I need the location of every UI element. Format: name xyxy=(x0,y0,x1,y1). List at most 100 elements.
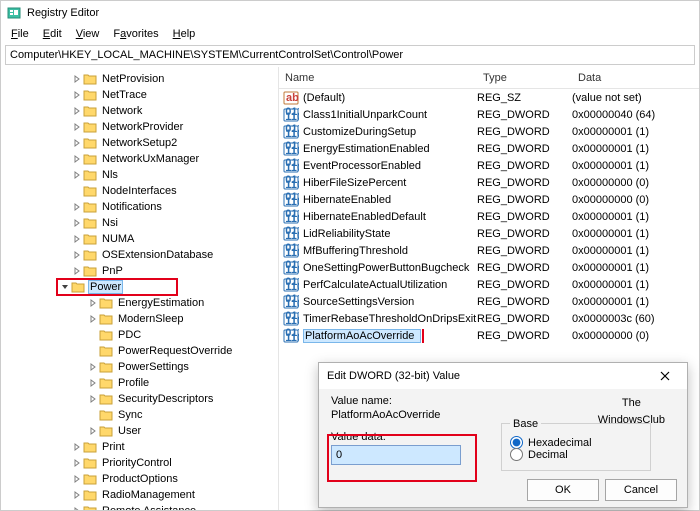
value-row[interactable]: 011110HibernateEnabledDefaultREG_DWORD0x… xyxy=(279,208,699,225)
tree-item[interactable]: ProductOptions xyxy=(11,471,278,487)
col-name[interactable]: Name xyxy=(279,72,477,84)
menu-view[interactable]: View xyxy=(70,27,106,41)
value-row[interactable]: 011110CustomizeDuringSetupREG_DWORD0x000… xyxy=(279,123,699,140)
chevron-right-icon[interactable] xyxy=(71,235,83,243)
tree-label: NetworkUxManager xyxy=(100,153,201,165)
value-row[interactable]: 011110HibernateEnabledREG_DWORD0x0000000… xyxy=(279,191,699,208)
tree-label: NetProvision xyxy=(100,73,166,85)
chevron-down-icon[interactable] xyxy=(59,283,71,291)
tree-item[interactable]: PnP xyxy=(11,263,278,279)
tree-label: User xyxy=(116,425,143,437)
chevron-right-icon[interactable] xyxy=(87,363,99,371)
tree-item[interactable]: Power xyxy=(57,279,177,295)
folder-icon xyxy=(99,345,113,357)
tree-item[interactable]: NetProvision xyxy=(11,71,278,87)
tree-label: PDC xyxy=(116,329,143,341)
value-row[interactable]: 011110SourceSettingsVersionREG_DWORD0x00… xyxy=(279,293,699,310)
value-row[interactable]: 011110PlatformAoAcOverrideREG_DWORD0x000… xyxy=(279,327,699,344)
folder-icon xyxy=(99,361,113,373)
value-data: 0x00000001 (1) xyxy=(572,160,699,172)
tree-item[interactable]: PowerSettings xyxy=(11,359,278,375)
chevron-right-icon[interactable] xyxy=(87,315,99,323)
folder-icon xyxy=(83,249,97,261)
chevron-right-icon[interactable] xyxy=(71,459,83,467)
tree-item[interactable]: EnergyEstimation xyxy=(11,295,278,311)
tree-item[interactable]: PowerRequestOverride xyxy=(11,343,278,359)
column-headers[interactable]: Name Type Data xyxy=(279,67,699,89)
chevron-right-icon[interactable] xyxy=(71,155,83,163)
tree-item[interactable]: ModernSleep xyxy=(11,311,278,327)
value-data: 0x00000001 (1) xyxy=(572,296,699,308)
chevron-right-icon[interactable] xyxy=(71,491,83,499)
tree-item[interactable]: Nsi xyxy=(11,215,278,231)
tree-item[interactable]: RadioManagement xyxy=(11,487,278,503)
tree-item[interactable]: Print xyxy=(11,439,278,455)
menu-help[interactable]: Help xyxy=(167,27,202,41)
chevron-right-icon[interactable] xyxy=(71,251,83,259)
tree-item[interactable]: Network xyxy=(11,103,278,119)
chevron-right-icon[interactable] xyxy=(71,219,83,227)
tree-item[interactable]: NetworkProvider xyxy=(11,119,278,135)
value-row[interactable]: 011110EnergyEstimationEnabledREG_DWORD0x… xyxy=(279,140,699,157)
chevron-right-icon[interactable] xyxy=(71,267,83,275)
tree-item[interactable]: Nls xyxy=(11,167,278,183)
tree-pane[interactable]: NetProvision NetTraceNetwork NetworkProvid… xyxy=(1,67,279,510)
value-row[interactable]: 011110PerfCalculateActualUtilizationREG_… xyxy=(279,276,699,293)
col-type[interactable]: Type xyxy=(477,72,572,84)
menu-file[interactable]: File xyxy=(5,27,35,41)
chevron-right-icon[interactable] xyxy=(71,507,83,510)
value-row[interactable]: 011110HiberFileSizePercentREG_DWORD0x000… xyxy=(279,174,699,191)
value-row[interactable]: ab(Default)REG_SZ(value not set) xyxy=(279,89,699,106)
value-name: EventProcessorEnabled xyxy=(303,160,477,172)
chevron-right-icon[interactable] xyxy=(71,203,83,211)
chevron-right-icon[interactable] xyxy=(87,395,99,403)
tree-item[interactable]: PriorityControl xyxy=(11,455,278,471)
value-row[interactable]: 011110OneSettingPowerButtonBugcheckREG_D… xyxy=(279,259,699,276)
value-row[interactable]: 011110EventProcessorEnabledREG_DWORD0x00… xyxy=(279,157,699,174)
value-row[interactable]: 011110TimerRebaseThresholdOnDripsExitREG… xyxy=(279,310,699,327)
tree-label: NetworkProvider xyxy=(100,121,185,133)
cancel-button[interactable]: Cancel xyxy=(605,479,677,501)
chevron-right-icon[interactable] xyxy=(87,379,99,387)
menu-bar: File Edit View Favorites Help xyxy=(1,25,699,43)
chevron-right-icon[interactable] xyxy=(71,443,83,451)
chevron-right-icon[interactable] xyxy=(71,123,83,131)
menu-favorites[interactable]: Favorites xyxy=(107,27,164,41)
address-bar[interactable]: Computer\HKEY_LOCAL_MACHINE\SYSTEM\Curre… xyxy=(5,45,695,65)
folder-icon xyxy=(83,105,97,117)
tree-item[interactable]: PDC xyxy=(11,327,278,343)
chevron-right-icon[interactable] xyxy=(71,171,83,179)
tree-item[interactable]: SecurityDescriptors xyxy=(11,391,278,407)
tree-item[interactable]: OSExtensionDatabase xyxy=(11,247,278,263)
chevron-right-icon[interactable] xyxy=(71,91,83,99)
tree-item[interactable]: Remote Assistance xyxy=(11,503,278,510)
tree-item[interactable]: NodeInterfaces xyxy=(11,183,278,199)
tree-item[interactable]: Notifications xyxy=(11,199,278,215)
chevron-right-icon[interactable] xyxy=(71,475,83,483)
tree-item[interactable]: NetworkSetup2 xyxy=(11,135,278,151)
binary-value-icon: 011110 xyxy=(283,260,299,276)
tree-item[interactable]: User xyxy=(11,423,278,439)
menu-edit[interactable]: Edit xyxy=(37,27,68,41)
value-row[interactable]: 011110Class1InitialUnparkCountREG_DWORD0… xyxy=(279,106,699,123)
col-data[interactable]: Data xyxy=(572,72,699,84)
chevron-right-icon[interactable] xyxy=(71,75,83,83)
tree-item[interactable]: NetworkUxManager xyxy=(11,151,278,167)
value-data-input[interactable] xyxy=(331,445,461,465)
tree-item[interactable]: NetTrace xyxy=(11,87,278,103)
radio-dec[interactable]: Decimal xyxy=(510,448,642,461)
chevron-right-icon[interactable] xyxy=(71,107,83,115)
chevron-right-icon[interactable] xyxy=(87,427,99,435)
chevron-right-icon[interactable] xyxy=(87,299,99,307)
value-row[interactable]: 011110MfBufferingThresholdREG_DWORD0x000… xyxy=(279,242,699,259)
value-row[interactable]: 011110LidReliabilityStateREG_DWORD0x0000… xyxy=(279,225,699,242)
ok-button[interactable]: OK xyxy=(527,479,599,501)
tree-item[interactable]: NUMA xyxy=(11,231,278,247)
tree-item[interactable]: Profile xyxy=(11,375,278,391)
binary-value-icon: 011110 xyxy=(283,209,299,225)
close-icon[interactable] xyxy=(651,366,679,386)
chevron-right-icon[interactable] xyxy=(71,139,83,147)
svg-text:110: 110 xyxy=(285,332,299,344)
folder-icon xyxy=(99,377,113,389)
tree-item[interactable]: Sync xyxy=(11,407,278,423)
